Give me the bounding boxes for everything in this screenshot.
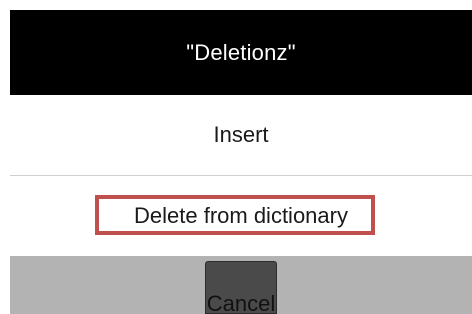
dialog-title: "Deletionz" [186,39,296,65]
delete-from-dictionary-option[interactable]: Delete from dictionary [10,176,472,256]
cancel-button[interactable]: Cancel [205,261,277,314]
dialog-title-bar: "Deletionz" [10,10,472,95]
insert-option-label: Insert [213,122,269,147]
context-dialog: "Deletionz" Insert Delete from dictionar… [0,0,472,314]
delete-option-label: Delete from dictionary [134,203,348,228]
cancel-button-label: Cancel [206,291,276,314]
insert-option[interactable]: Insert [10,95,472,176]
dialog-footer: Cancel [10,256,472,314]
